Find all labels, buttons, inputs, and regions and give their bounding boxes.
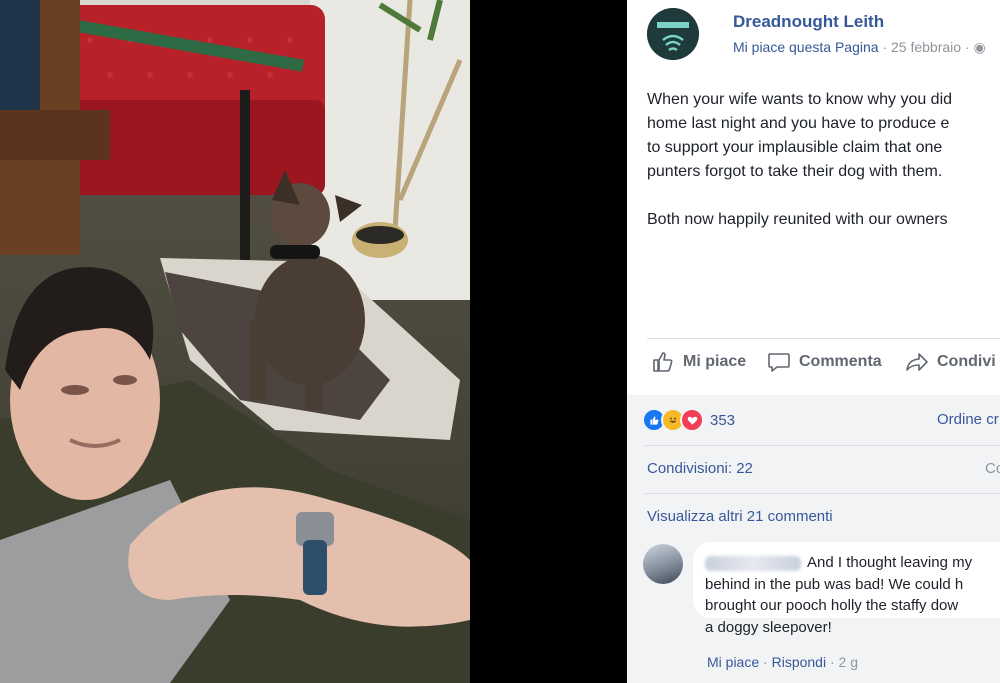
meta-separator: · bbox=[882, 39, 888, 55]
divider-3 bbox=[643, 493, 1000, 494]
comment-like-link[interactable]: Mi piace bbox=[707, 654, 759, 670]
comment-text: And I thought leaving my behind in the p… bbox=[705, 552, 1000, 638]
post-body: When your wife wants to know why you did… bbox=[647, 88, 1000, 256]
logo-icon bbox=[647, 8, 699, 60]
comment-bubble: And I thought leaving my behind in the p… bbox=[693, 542, 1000, 636]
post-paragraph-2: Both now happily reunited with our owner… bbox=[647, 211, 948, 228]
comment-reply-link[interactable]: Rispondi bbox=[772, 654, 826, 670]
globe-icon: ◉ bbox=[973, 39, 986, 55]
page-avatar[interactable] bbox=[647, 8, 699, 60]
commenter-name-redacted[interactable] bbox=[705, 555, 801, 571]
shares-count[interactable]: Condivisioni: 22 bbox=[647, 460, 753, 477]
view-more-comments[interactable]: Visualizza altri 21 commenti bbox=[647, 508, 833, 525]
post-photo[interactable] bbox=[0, 0, 470, 683]
post-meta: Mi piace questa Pagina · 25 febbraio · ◉ bbox=[733, 39, 986, 56]
photo-illustration bbox=[0, 0, 470, 683]
comment-line-3: brought our pooch holly the staffy dow bbox=[705, 597, 959, 614]
engagement-section: 353 Ordine cr Condivisioni: 22 Co Visual… bbox=[627, 395, 1000, 683]
comment-line-2: behind in the pub was bad! We could h bbox=[705, 575, 964, 593]
post-paragraph-1: When your wife wants to know why you did… bbox=[647, 91, 953, 180]
comment-line-4: a doggy sleepover! bbox=[705, 618, 832, 636]
shares-right-link[interactable]: Co bbox=[985, 460, 1000, 477]
like-label: Mi piace bbox=[683, 353, 747, 370]
share-icon bbox=[906, 353, 928, 371]
like-button[interactable]: Mi piace bbox=[651, 350, 746, 374]
viewer-gap bbox=[470, 0, 627, 683]
divider-2 bbox=[643, 445, 1000, 446]
comment-line-1: And I thought leaving my bbox=[807, 554, 973, 571]
meta-separator-2: · bbox=[964, 39, 970, 55]
comment-icon bbox=[768, 353, 790, 372]
share-button[interactable]: Condivi bbox=[905, 350, 996, 374]
love-reaction-icon bbox=[680, 408, 704, 432]
comment-actions: Mi piace · Rispondi · 2 g bbox=[707, 654, 858, 670]
commenter-avatar[interactable] bbox=[643, 544, 683, 584]
comment-button[interactable]: Commenta bbox=[767, 350, 882, 374]
reaction-summary[interactable]: 353 bbox=[642, 408, 735, 432]
comment-order-dropdown[interactable]: Ordine cr bbox=[937, 411, 999, 428]
share-label: Condivi bbox=[937, 353, 996, 370]
comment-sep-2: · bbox=[829, 654, 835, 670]
post-actions: Mi piace Commenta Condivi bbox=[651, 350, 1000, 380]
comment-label: Commenta bbox=[799, 353, 882, 370]
post-date[interactable]: 25 febbraio bbox=[891, 39, 961, 55]
comment-sep-1: · bbox=[763, 654, 768, 670]
post-header: Dreadnought Leith Mi piace questa Pagina… bbox=[647, 8, 1000, 68]
page-name[interactable]: Dreadnought Leith bbox=[733, 12, 884, 32]
thumbs-up-icon bbox=[653, 352, 673, 372]
comment-age[interactable]: 2 g bbox=[839, 654, 858, 670]
divider bbox=[647, 338, 1000, 339]
like-page-link[interactable]: Mi piace questa Pagina bbox=[733, 39, 879, 55]
post-panel: Dreadnought Leith Mi piace questa Pagina… bbox=[627, 0, 1000, 683]
reaction-count: 353 bbox=[710, 411, 736, 429]
